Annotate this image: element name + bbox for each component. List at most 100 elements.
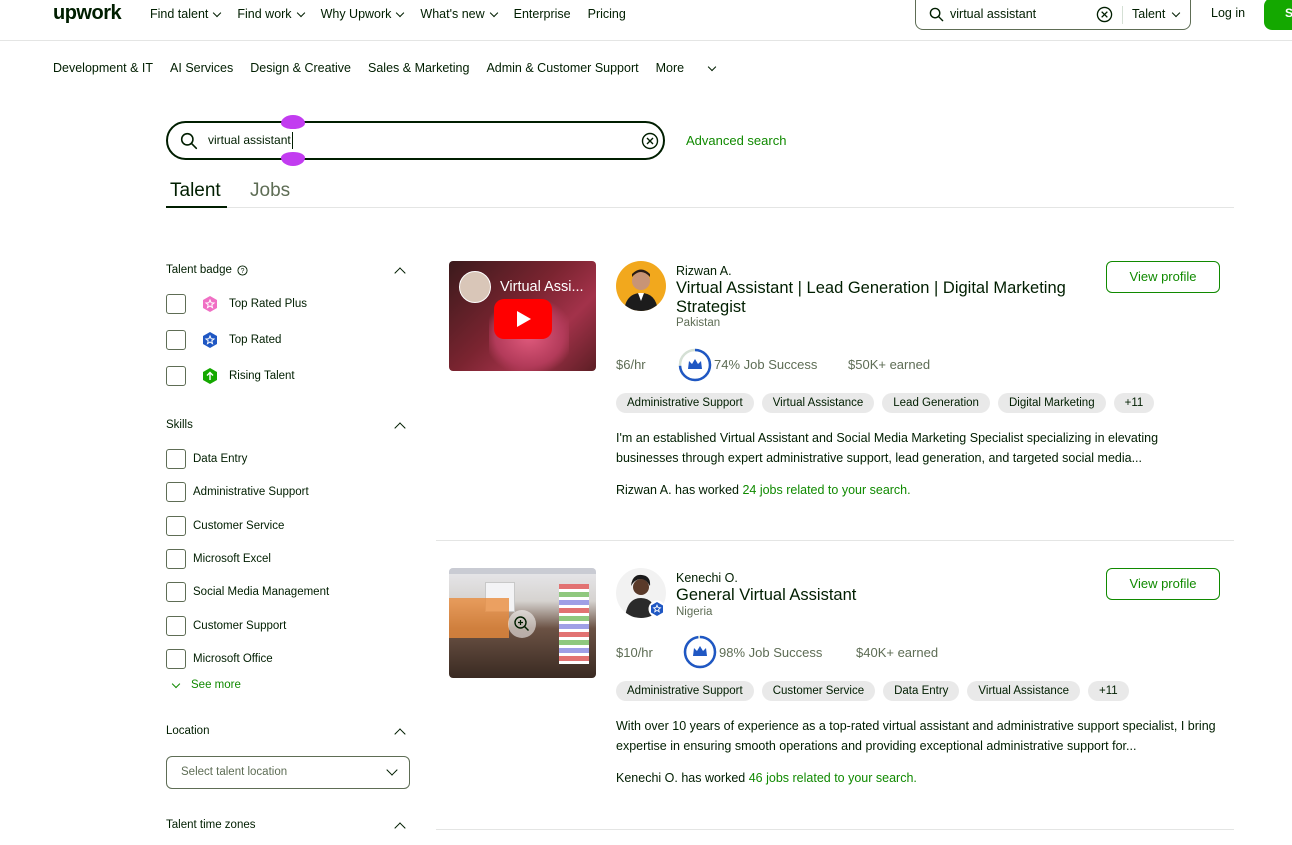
checkbox[interactable] bbox=[166, 582, 186, 602]
checkbox[interactable] bbox=[166, 616, 186, 636]
main-search-input[interactable]: virtual assistant bbox=[208, 133, 291, 147]
card-divider bbox=[436, 829, 1234, 830]
view-profile-button[interactable]: View profile bbox=[1106, 261, 1220, 293]
active-tab-indicator bbox=[166, 206, 227, 208]
thumbnail-accent bbox=[449, 598, 509, 638]
filter-skill-microsoft-excel[interactable]: Microsoft Excel bbox=[166, 549, 271, 569]
skill-chip[interactable]: Virtual Assistance bbox=[967, 681, 1080, 701]
nav-enterprise[interactable]: Enterprise bbox=[514, 7, 571, 21]
job-success-ring bbox=[683, 635, 717, 669]
checkbox[interactable] bbox=[166, 549, 186, 569]
category-admin-support[interactable]: Admin & Customer Support bbox=[486, 61, 638, 75]
freelancer-name[interactable]: Rizwan A. bbox=[676, 264, 732, 278]
skill-chip[interactable]: Administrative Support bbox=[616, 393, 754, 413]
search-icon bbox=[929, 7, 944, 22]
portfolio-thumbnail[interactable] bbox=[449, 568, 596, 678]
header-search-input[interactable]: virtual assistant bbox=[950, 7, 1036, 21]
chevron-down-icon bbox=[386, 764, 398, 776]
avatar[interactable] bbox=[616, 261, 666, 311]
advanced-search-link[interactable]: Advanced search bbox=[686, 133, 786, 148]
filter-rising-talent[interactable]: Rising Talent bbox=[166, 366, 295, 386]
filter-skill-administrative-support[interactable]: Administrative Support bbox=[166, 482, 309, 502]
nav-whats-new[interactable]: What's new bbox=[420, 7, 498, 21]
chevron-up-icon[interactable] bbox=[394, 728, 406, 740]
filter-skill-data-entry[interactable]: Data Entry bbox=[166, 449, 247, 469]
category-development-it[interactable]: Development & IT bbox=[53, 61, 153, 75]
category-design-creative[interactable]: Design & Creative bbox=[250, 61, 351, 75]
freelancer-title[interactable]: General Virtual Assistant bbox=[676, 586, 1096, 605]
related-jobs-link[interactable]: 24 jobs related to your search. bbox=[742, 483, 910, 497]
signup-button[interactable]: S bbox=[1264, 0, 1292, 30]
crown-icon bbox=[693, 646, 707, 656]
jobs-worked-text: Rizwan A. has worked 24 jobs related to … bbox=[616, 483, 911, 497]
category-ai-services[interactable]: AI Services bbox=[170, 61, 233, 75]
chevron-down-icon bbox=[396, 8, 405, 17]
location-select[interactable]: Select talent location bbox=[166, 756, 410, 789]
top-rated-badge-icon bbox=[648, 600, 666, 618]
svg-text:?: ? bbox=[240, 268, 244, 275]
category-more[interactable]: More bbox=[656, 61, 717, 75]
login-link[interactable]: Log in bbox=[1211, 6, 1245, 20]
freelancer-title[interactable]: Virtual Assistant | Lead Generation | Di… bbox=[676, 279, 1096, 317]
chevron-up-icon[interactable] bbox=[394, 822, 406, 834]
checkbox[interactable] bbox=[166, 482, 186, 502]
selection-handle-top[interactable] bbox=[281, 115, 305, 129]
checkbox[interactable] bbox=[166, 649, 186, 669]
freelancer-name[interactable]: Kenechi O. bbox=[676, 571, 738, 585]
video-thumbnail[interactable]: Virtual Assi... bbox=[449, 261, 596, 371]
filter-skill-microsoft-office[interactable]: Microsoft Office bbox=[166, 649, 273, 669]
checkbox[interactable] bbox=[166, 366, 186, 386]
chevron-down-icon bbox=[213, 8, 222, 17]
filter-skill-customer-service[interactable]: Customer Service bbox=[166, 516, 284, 536]
more-skills-chip[interactable]: +11 bbox=[1113, 393, 1155, 413]
upwork-logo[interactable]: upwork bbox=[53, 2, 122, 25]
search-scope-dropdown[interactable]: Talent bbox=[1132, 7, 1181, 21]
skill-chip[interactable]: Administrative Support bbox=[616, 681, 754, 701]
main-search-box[interactable]: virtual assistant bbox=[166, 121, 665, 160]
nav-find-work[interactable]: Find work bbox=[237, 7, 305, 21]
filter-time-zones-title[interactable]: Talent time zones bbox=[166, 819, 256, 831]
category-sales-marketing[interactable]: Sales & Marketing bbox=[368, 61, 469, 75]
clear-search-icon[interactable] bbox=[641, 132, 659, 150]
filter-talent-badge-title[interactable]: Talent badge ? bbox=[166, 264, 248, 276]
skill-chip[interactable]: Data Entry bbox=[883, 681, 960, 701]
zoom-icon[interactable] bbox=[508, 610, 536, 638]
freelancer-country: Pakistan bbox=[676, 317, 721, 329]
filter-top-rated-plus[interactable]: Top Rated Plus bbox=[166, 294, 307, 314]
skill-chip[interactable]: Customer Service bbox=[761, 681, 876, 701]
clear-search-icon[interactable] bbox=[1096, 6, 1113, 23]
search-divider bbox=[1122, 6, 1123, 24]
checkbox[interactable] bbox=[166, 516, 186, 536]
search-icon bbox=[180, 132, 198, 150]
filter-skill-customer-support[interactable]: Customer Support bbox=[166, 616, 286, 636]
view-profile-button[interactable]: View profile bbox=[1106, 568, 1220, 600]
selection-handle-bottom[interactable] bbox=[281, 152, 305, 166]
nav-pricing[interactable]: Pricing bbox=[588, 7, 626, 21]
board-cards bbox=[559, 584, 589, 664]
more-skills-chip[interactable]: +11 bbox=[1087, 681, 1129, 701]
play-icon[interactable] bbox=[494, 299, 552, 339]
filter-location-title[interactable]: Location bbox=[166, 725, 209, 737]
nav-why-upwork[interactable]: Why Upwork bbox=[321, 7, 405, 21]
related-jobs-link[interactable]: 46 jobs related to your search. bbox=[749, 771, 917, 785]
checkbox[interactable] bbox=[166, 330, 186, 350]
skill-chip[interactable]: Lead Generation bbox=[882, 393, 990, 413]
tab-talent[interactable]: Talent bbox=[170, 180, 221, 202]
text-cursor bbox=[292, 132, 293, 149]
chevron-up-icon[interactable] bbox=[394, 422, 406, 434]
skill-chip[interactable]: Virtual Assistance bbox=[761, 393, 875, 413]
freelancer-description[interactable]: I'm an established Virtual Assistant and… bbox=[616, 428, 1222, 468]
chevron-up-icon[interactable] bbox=[394, 267, 406, 279]
checkbox[interactable] bbox=[166, 449, 186, 469]
see-more-skills-link[interactable]: See more bbox=[170, 679, 241, 691]
header-search-box[interactable]: virtual assistant Talent bbox=[915, 0, 1191, 30]
filter-skill-social-media-management[interactable]: Social Media Management bbox=[166, 582, 329, 602]
skill-chip[interactable]: Digital Marketing bbox=[997, 393, 1106, 413]
filter-skills-title[interactable]: Skills bbox=[166, 419, 193, 431]
nav-find-talent[interactable]: Find talent bbox=[150, 7, 222, 21]
freelancer-description[interactable]: With over 10 years of experience as a to… bbox=[616, 716, 1222, 756]
help-icon[interactable]: ? bbox=[237, 264, 248, 276]
filter-top-rated[interactable]: Top Rated bbox=[166, 330, 281, 350]
tab-jobs[interactable]: Jobs bbox=[250, 180, 290, 202]
checkbox[interactable] bbox=[166, 294, 186, 314]
